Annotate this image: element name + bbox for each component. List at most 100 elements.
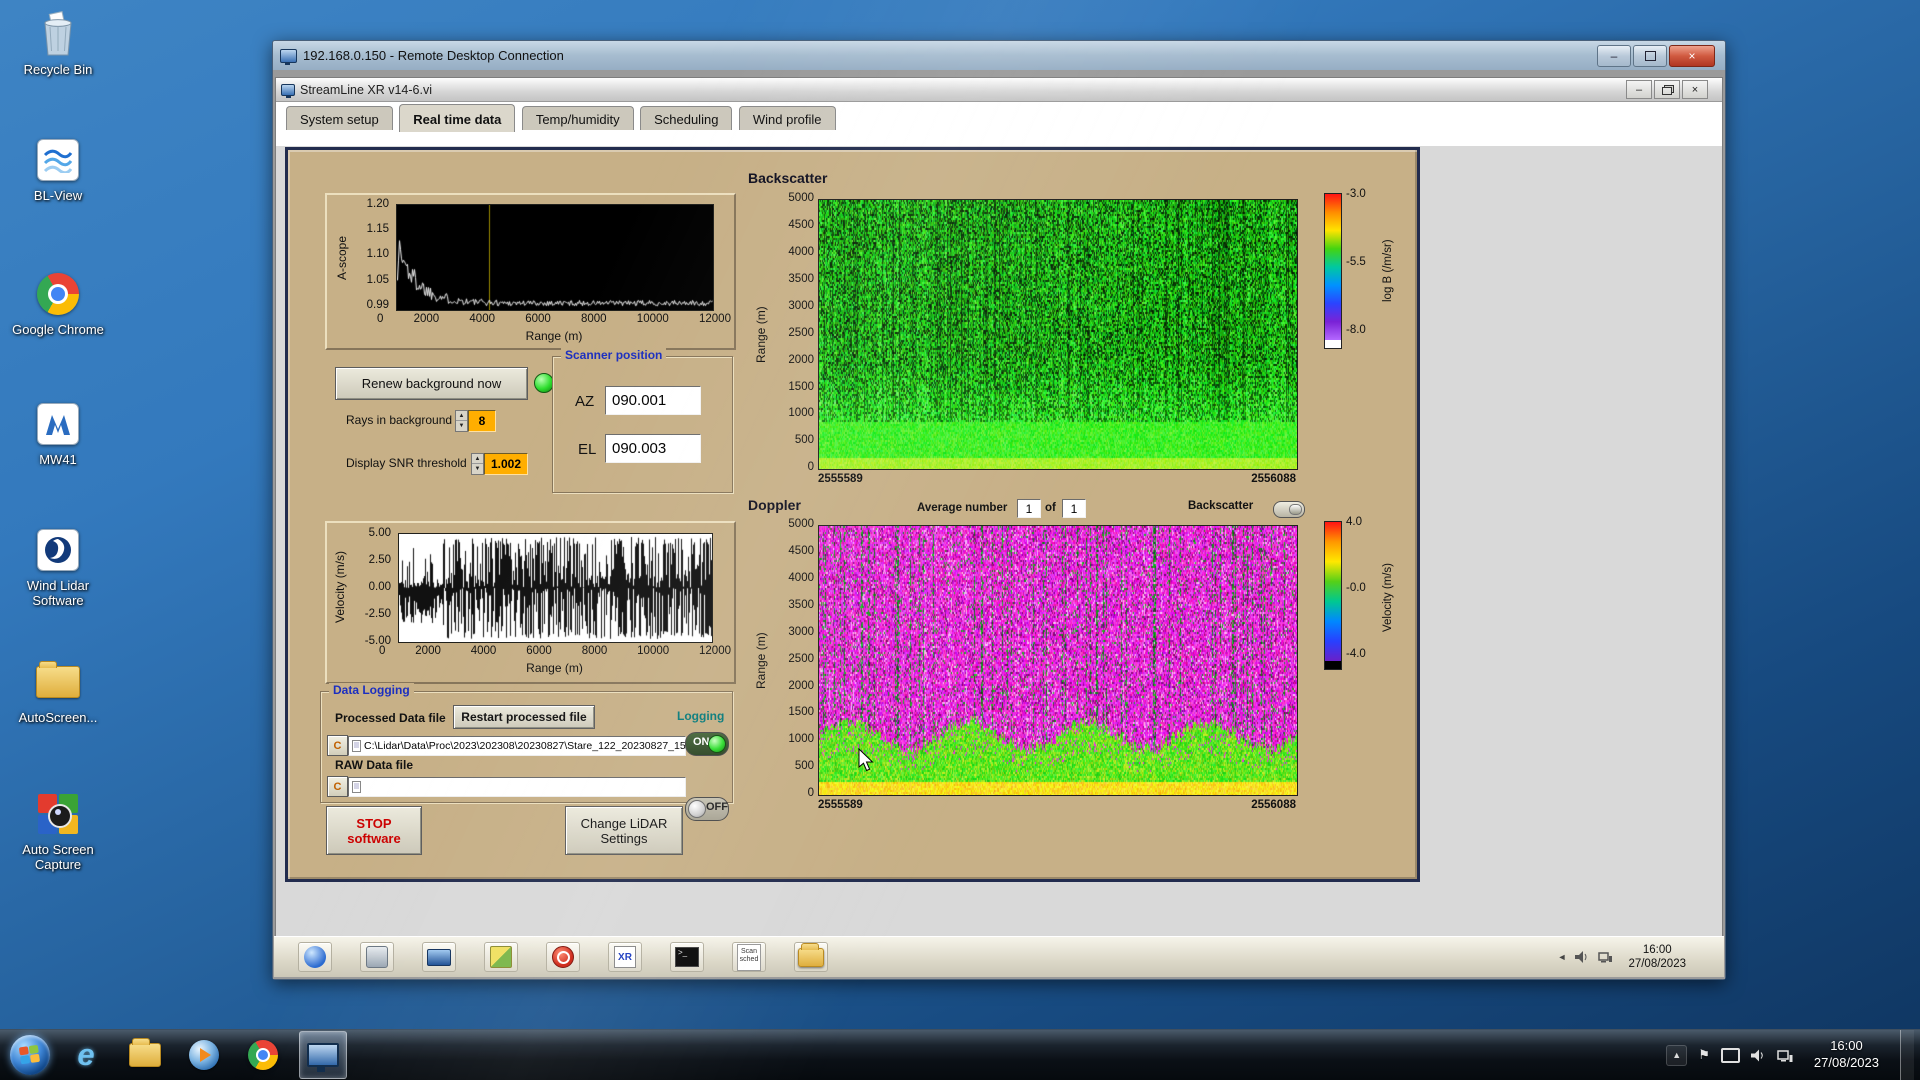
processed-path-field[interactable]: C:\Lidar\Data\Proc\2023\202308\20230827\… — [348, 736, 686, 756]
app-window-title: StreamLine XR v14-6.vi — [300, 82, 433, 97]
rdp-minimize-button[interactable]: – — [1597, 44, 1631, 67]
rdp-maximize-button[interactable] — [1633, 44, 1667, 67]
volume-tray-icon[interactable] — [1750, 1049, 1766, 1062]
velocity-x-axis-label: Range (m) — [526, 661, 583, 675]
remote-tray-collapse-icon[interactable]: ◄ — [1558, 952, 1567, 962]
autoscreen-folder-icon — [6, 656, 110, 708]
auto-screen-capture-icon — [6, 788, 110, 840]
remote-taskbar-scan-sched-icon[interactable]: Scan sched — [732, 942, 766, 972]
y-tick: 0 — [807, 461, 814, 473]
remote-taskbar-ie-icon[interactable] — [298, 942, 332, 972]
snr-value[interactable]: 1.002 — [484, 453, 528, 475]
app-minimize-button[interactable]: – — [1626, 80, 1652, 99]
change-lidar-settings-button[interactable]: Change LiDAR Settings — [565, 806, 683, 855]
x-tick: 6000 — [525, 313, 551, 325]
average-of-value[interactable]: 1 — [1062, 499, 1086, 518]
remote-taskbar-app-icon[interactable] — [360, 942, 394, 972]
network-tray-icon[interactable] — [1777, 1049, 1793, 1062]
az-value[interactable]: 090.001 — [605, 386, 701, 415]
remote-volume-icon[interactable] — [1575, 951, 1589, 963]
app-titlebar[interactable]: StreamLine XR v14-6.vi – × — [276, 78, 1722, 102]
backscatter-toggle-label: Backscatter — [1188, 500, 1254, 512]
display-tray-icon[interactable] — [1720, 1047, 1740, 1063]
ascope-x-ticks: 0 2000 4000 6000 8000 10000 12000 — [377, 313, 731, 325]
y-tick: 2500 — [788, 653, 814, 665]
desktop-icon-recycle-bin[interactable]: Recycle Bin — [6, 8, 110, 79]
action-center-flag-icon[interactable]: ⚑ — [1698, 1047, 1710, 1063]
app-window-icon — [281, 83, 295, 98]
snr-spinner[interactable]: ▲ ▼ — [471, 453, 484, 475]
rdp-titlebar[interactable]: 192.168.0.150 - Remote Desktop Connectio… — [273, 41, 1725, 71]
on-label: ON — [693, 736, 710, 748]
raw-path-field[interactable] — [348, 777, 686, 797]
desktop-icon-auto-screen-capture[interactable]: Auto Screen Capture — [6, 788, 110, 874]
show-desktop-button[interactable] — [1900, 1030, 1914, 1080]
y-tick: 3500 — [788, 599, 814, 611]
y-tick: 1000 — [788, 733, 814, 745]
desktop-icon-autoscreen[interactable]: AutoScreen... — [6, 656, 110, 727]
rays-spinner[interactable]: ▲ ▼ — [455, 410, 468, 432]
chrome-taskbar-icon[interactable] — [240, 1032, 286, 1078]
raw-logging-switch[interactable]: OFF — [685, 797, 729, 821]
remote-network-icon[interactable] — [1598, 951, 1613, 963]
desktop-icon-bl-view[interactable]: BL-View — [6, 134, 110, 205]
x-tick: 2000 — [413, 313, 440, 325]
processed-logging-switch[interactable]: ON — [685, 732, 729, 756]
desktop-icon-wind-lidar-software[interactable]: Wind Lidar Software — [6, 524, 110, 610]
rdp-taskbar-button[interactable] — [299, 1031, 347, 1079]
remote-taskbar-map-icon[interactable] — [484, 942, 518, 972]
raw-drive-button[interactable]: C — [327, 776, 348, 797]
backscatter-display-toggle[interactable] — [1273, 501, 1305, 518]
ie-taskbar-icon[interactable]: e — [63, 1032, 109, 1078]
y-tick: 1000 — [788, 407, 814, 419]
stop-software-button[interactable]: STOP software — [326, 806, 422, 855]
remote-taskbar-xr-icon[interactable]: XR — [608, 942, 642, 972]
doppler-title: Doppler — [748, 497, 801, 513]
rdp-close-button[interactable]: × — [1669, 44, 1715, 67]
backscatter-heatmap — [818, 199, 1298, 470]
average-number-value[interactable]: 1 — [1017, 499, 1041, 518]
tab-wind-profile[interactable]: Wind profile — [738, 106, 836, 130]
tab-temp-humidity[interactable]: Temp/humidity — [521, 106, 634, 130]
data-logging-group: Data Logging Processed Data file Restart… — [320, 683, 733, 821]
tab-scheduling[interactable]: Scheduling — [640, 106, 733, 130]
renew-background-button[interactable]: Renew background now — [335, 367, 528, 400]
restart-processed-file-button[interactable]: Restart processed file — [453, 705, 595, 729]
remote-taskbar-display-icon[interactable] — [422, 942, 456, 972]
rays-value[interactable]: 8 — [468, 410, 496, 432]
remote-tray: ◄ 16:00 27/08/2023 — [1558, 943, 1724, 972]
backscatter-x-start: 2555589 — [818, 473, 863, 485]
y-tick: 500 — [794, 760, 814, 772]
desktop-icon-google-chrome[interactable]: Google Chrome — [6, 268, 110, 339]
remote-taskbar-power-icon[interactable] — [546, 942, 580, 972]
app-close-button[interactable]: × — [1682, 80, 1708, 99]
backscatter-title: Backscatter — [748, 170, 828, 186]
x-tick: 10000 — [637, 645, 670, 657]
tab-system-setup[interactable]: System setup — [286, 106, 393, 130]
taskbar-clock[interactable]: 16:00 27/08/2023 — [1814, 1038, 1879, 1072]
start-button[interactable] — [10, 1035, 50, 1075]
backscatter-y-axis-label: Range (m) — [754, 306, 768, 363]
ascope-y-axis-label: A-scope — [335, 235, 349, 281]
rdp-window-icon — [280, 48, 297, 65]
media-player-taskbar-icon[interactable] — [181, 1032, 227, 1078]
y-tick: 1.05 — [366, 274, 389, 286]
ascope-x-axis-label: Range (m) — [525, 329, 583, 343]
y-tick: -2.50 — [364, 608, 391, 620]
x-tick: 2000 — [415, 645, 441, 657]
processed-drive-button[interactable]: C — [327, 735, 348, 756]
realtime-panel: A-scope 1.20 1.15 1.10 1.05 0.99 0 2000 … — [285, 147, 1420, 882]
tab-real-time-data[interactable]: Real time data — [399, 104, 516, 132]
tray-expand-arrow[interactable]: ▲ — [1666, 1044, 1688, 1066]
doppler-colorbar — [1324, 521, 1342, 670]
remote-taskbar-console-icon[interactable]: >_ — [670, 942, 704, 972]
remote-taskbar-clock[interactable]: 16:00 27/08/2023 — [1628, 943, 1686, 972]
desktop-icon-mw41[interactable]: MW41 — [6, 398, 110, 469]
remote-taskbar-folder-icon[interactable] — [794, 942, 828, 972]
app-restore-button[interactable] — [1654, 80, 1680, 99]
explorer-taskbar-icon[interactable] — [122, 1032, 168, 1078]
velocity-x-ticks: 0 2000 4000 6000 8000 10000 12000 — [379, 645, 731, 657]
rays-in-background-label: Rays in background — [346, 413, 453, 427]
el-value[interactable]: 090.003 — [605, 434, 701, 463]
colorbar-tick: -8.0 — [1346, 324, 1366, 336]
